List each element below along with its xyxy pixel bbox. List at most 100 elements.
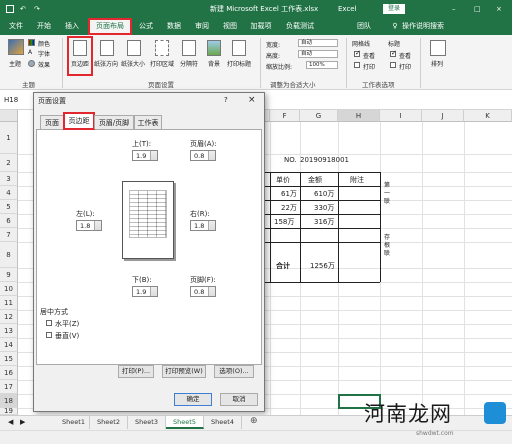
- tab-page[interactable]: 页面: [40, 115, 64, 129]
- tab-header-footer[interactable]: 页眉/页脚: [94, 115, 134, 129]
- row-header[interactable]: 12: [0, 310, 18, 324]
- tab-review[interactable]: 审阅: [190, 18, 214, 35]
- tab-addins[interactable]: 加载项: [246, 18, 276, 35]
- tab-sheet[interactable]: 工作表: [134, 115, 162, 129]
- row-header[interactable]: 19: [0, 408, 18, 415]
- orientation-icon[interactable]: [100, 40, 114, 56]
- bottom-margin-input[interactable]: 1.9: [132, 286, 158, 297]
- fonts-button[interactable]: 字体: [38, 49, 50, 58]
- margins-icon[interactable]: [73, 40, 87, 56]
- themes-button[interactable]: 主题: [9, 59, 21, 68]
- orientation-button[interactable]: 纸张方向: [94, 59, 118, 68]
- theme-icon[interactable]: [8, 39, 24, 55]
- row-header[interactable]: 14: [0, 338, 18, 352]
- print-titles-button[interactable]: 打印标题: [227, 59, 251, 68]
- row-header[interactable]: 15: [0, 352, 18, 366]
- sheet-tab[interactable]: Sheet2: [90, 416, 128, 429]
- size-button[interactable]: 纸张大小: [121, 59, 145, 68]
- maximize-icon[interactable]: □: [474, 0, 481, 18]
- print-preview-button[interactable]: 打印预览(W): [162, 365, 206, 378]
- arrange-icon[interactable]: [430, 40, 446, 56]
- row-header[interactable]: 7: [0, 228, 18, 242]
- breaks-button[interactable]: 分隔符: [180, 59, 198, 68]
- row-header[interactable]: 10: [0, 282, 18, 296]
- tab-formulas[interactable]: 公式: [134, 18, 158, 35]
- row-header[interactable]: 18: [0, 394, 18, 408]
- gridlines-view-checkbox[interactable]: [354, 49, 361, 57]
- select-all-corner[interactable]: [0, 110, 18, 122]
- left-margin-input[interactable]: 1.8: [76, 220, 102, 231]
- column-header[interactable]: K: [464, 110, 512, 122]
- horizontally-checkbox[interactable]: [46, 320, 52, 326]
- close-icon[interactable]: ×: [496, 0, 502, 18]
- options-button[interactable]: 选项(O)...: [214, 365, 254, 378]
- row-header[interactable]: 5: [0, 200, 18, 214]
- row-header[interactable]: 13: [0, 324, 18, 338]
- header-margin-input[interactable]: 0.8: [190, 150, 216, 161]
- row-header[interactable]: 11: [0, 296, 18, 310]
- row-header[interactable]: 3: [0, 172, 18, 186]
- print-area-icon[interactable]: [155, 40, 169, 56]
- top-margin-input[interactable]: 1.9: [132, 150, 158, 161]
- row-header[interactable]: 2: [0, 154, 18, 172]
- minimize-icon[interactable]: –: [452, 0, 456, 18]
- tab-home[interactable]: 开始: [32, 18, 56, 35]
- add-sheet-icon[interactable]: ⊕: [250, 416, 258, 426]
- headings-view-checkbox[interactable]: [390, 49, 397, 57]
- login-button[interactable]: 登录: [383, 4, 405, 14]
- column-header[interactable]: F: [270, 110, 300, 122]
- arrange-button[interactable]: 排列: [431, 59, 443, 68]
- redo-icon[interactable]: ↷: [34, 0, 40, 18]
- tab-data[interactable]: 数据: [162, 18, 186, 35]
- colors-button[interactable]: 颜色: [38, 39, 50, 48]
- print-titles-icon[interactable]: [232, 40, 246, 56]
- vertically-checkbox[interactable]: [46, 332, 52, 338]
- undo-icon[interactable]: ↶: [20, 0, 26, 18]
- help-icon[interactable]: ?: [224, 96, 228, 104]
- tab-view[interactable]: 视图: [218, 18, 242, 35]
- print-area-button[interactable]: 打印区域: [150, 59, 174, 68]
- tell-me-search[interactable]: 操作说明搜索: [398, 18, 448, 35]
- ok-button[interactable]: 确定: [174, 393, 212, 406]
- tab-file[interactable]: 文件: [4, 18, 28, 35]
- tab-team[interactable]: 团队: [352, 18, 376, 35]
- size-icon[interactable]: [127, 40, 141, 56]
- name-box[interactable]: H18: [4, 96, 18, 104]
- height-select[interactable]: 自动: [298, 50, 338, 58]
- effects-button[interactable]: 效果: [38, 60, 50, 69]
- gridlines-print-checkbox[interactable]: [354, 62, 360, 68]
- tab-page-layout[interactable]: 页面布局: [88, 18, 132, 35]
- background-button[interactable]: 背景: [208, 59, 220, 68]
- footer-margin-input[interactable]: 0.8: [190, 286, 216, 297]
- headings-print-checkbox[interactable]: [390, 62, 396, 68]
- breaks-icon[interactable]: [182, 40, 196, 56]
- sheet-tab[interactable]: Sheet3: [128, 416, 166, 429]
- column-header[interactable]: H: [338, 110, 380, 122]
- column-header[interactable]: G: [300, 110, 338, 122]
- row-header[interactable]: 9: [0, 268, 18, 282]
- tab-insert[interactable]: 插入: [60, 18, 84, 35]
- dialog-close-icon[interactable]: ×: [248, 95, 256, 105]
- tab-margins[interactable]: 页边距: [63, 112, 95, 130]
- row-header[interactable]: 1: [0, 122, 18, 154]
- row-header[interactable]: 6: [0, 214, 18, 228]
- margins-button[interactable]: 页边距: [71, 59, 89, 68]
- sheet-tab[interactable]: Sheet4: [204, 416, 242, 429]
- background-icon[interactable]: [207, 40, 221, 56]
- width-select[interactable]: 自动: [298, 39, 338, 47]
- column-header[interactable]: I: [380, 110, 422, 122]
- prev-sheet-icon[interactable]: ◀: [8, 418, 13, 426]
- sheet-tab[interactable]: Sheet1: [58, 416, 90, 429]
- right-margin-input[interactable]: 1.8: [190, 220, 216, 231]
- tab-load-test[interactable]: 负载测试: [280, 18, 320, 35]
- row-header[interactable]: 16: [0, 366, 18, 380]
- save-icon[interactable]: [6, 5, 14, 13]
- sheet-tab-active[interactable]: Sheet5: [166, 416, 204, 429]
- cancel-button[interactable]: 取消: [220, 393, 258, 406]
- scale-input[interactable]: 100%: [306, 61, 338, 69]
- next-sheet-icon[interactable]: ▶: [20, 418, 25, 426]
- row-header[interactable]: 17: [0, 380, 18, 394]
- column-header[interactable]: J: [422, 110, 464, 122]
- print-button[interactable]: 打印(P)...: [118, 365, 154, 378]
- row-header[interactable]: 8: [0, 242, 18, 268]
